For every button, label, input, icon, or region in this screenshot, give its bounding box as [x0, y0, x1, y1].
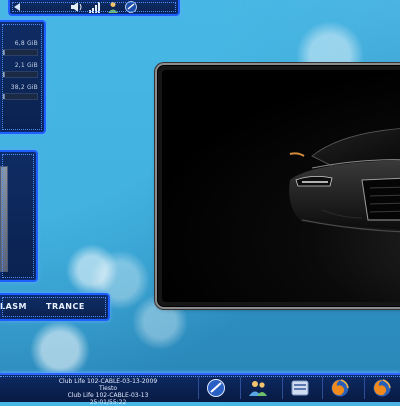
- image-viewer: [158, 66, 400, 306]
- signal-bars-icon[interactable]: [88, 1, 102, 13]
- drive-size-label: 38,2 GiB: [10, 84, 38, 91]
- taskbar-firefox-button[interactable]: [364, 377, 398, 399]
- app-orb-icon: [206, 379, 225, 397]
- speaker-icon[interactable]: [70, 1, 84, 13]
- system-tray: [8, 0, 180, 16]
- drive-size-label: 2,1 GiB: [14, 62, 38, 69]
- drive-usage-bar: [2, 71, 38, 78]
- genre-button[interactable]: TRANCE: [46, 302, 85, 311]
- app-orb-icon[interactable]: [124, 1, 138, 13]
- drive-usage-panel: 6,8 GiB 2,1 GiB 38,2 GiB: [0, 20, 46, 134]
- now-playing-time: 25:01/55:22: [89, 399, 127, 406]
- volume-slider-track[interactable]: [0, 166, 8, 272]
- user-icon[interactable]: [106, 1, 120, 13]
- window-icon: [291, 380, 308, 396]
- car-illustration: [289, 128, 400, 233]
- now-playing-title: Club Life 102-CABLE-03-13-2009: [58, 378, 158, 385]
- drive-usage-bar: [2, 49, 38, 56]
- drive-size-label: 6,8 GiB: [14, 40, 38, 47]
- genre-button[interactable]: LASM: [0, 302, 27, 311]
- now-playing-album: Club Life 102-CABLE-03-13: [67, 392, 149, 399]
- users-icon: [248, 381, 267, 396]
- drive-usage-bar: [2, 93, 38, 100]
- collapse-arrow-icon[interactable]: [14, 3, 20, 11]
- firefox-icon: [373, 379, 391, 397]
- genre-bar: LASM TRANCE: [0, 293, 110, 321]
- volume-slider-panel: [0, 150, 38, 282]
- drive-row: 6,8 GiB: [2, 40, 38, 58]
- taskbar-firefox-button[interactable]: [322, 377, 356, 399]
- drive-row: 38,2 GiB: [2, 84, 38, 102]
- now-playing-info: Club Life 102-CABLE-03-13-2009 Tiesto Cl…: [38, 378, 178, 406]
- car-photo: [162, 70, 400, 302]
- taskbar: Club Life 102-CABLE-03-13-2009 Tiesto Cl…: [0, 373, 400, 406]
- now-playing-artist: Tiesto: [99, 385, 117, 392]
- tray-icons: [70, 1, 138, 13]
- firefox-icon: [331, 379, 349, 397]
- taskbar-launcher-button[interactable]: [198, 377, 232, 399]
- taskbar-users-button[interactable]: [240, 377, 274, 399]
- drive-row: 2,1 GiB: [2, 62, 38, 80]
- taskbar-window-button[interactable]: [282, 377, 316, 399]
